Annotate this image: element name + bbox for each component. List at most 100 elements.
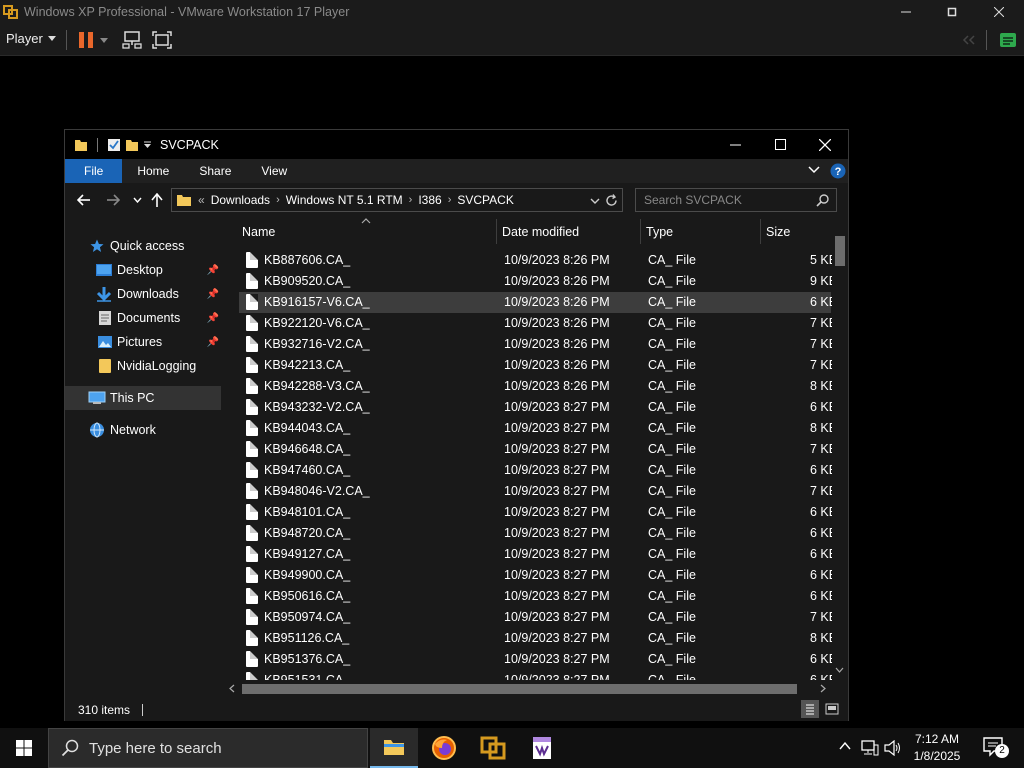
recent-locations-button[interactable] bbox=[128, 191, 146, 209]
file-date-modified: 10/9/2023 8:26 PM bbox=[504, 295, 610, 309]
taskbar-vs-installer[interactable] bbox=[518, 728, 566, 768]
vertical-scrollbar[interactable] bbox=[832, 233, 847, 686]
back-to-vm-button[interactable] bbox=[958, 29, 980, 51]
details-view-button[interactable] bbox=[801, 700, 819, 718]
explorer-close-button[interactable] bbox=[802, 130, 848, 159]
back-button[interactable] bbox=[75, 191, 93, 209]
file-row[interactable]: KB944043.CA_ 10/9/2023 8:27 PM CA_ File 8 K… bbox=[239, 418, 837, 439]
scrollbar-thumb[interactable] bbox=[835, 236, 845, 266]
file-row[interactable]: KB949127.CA_ 10/9/2023 8:27 PM CA_ File 6 K… bbox=[239, 544, 837, 565]
nav-documents[interactable]: Documents 📌 bbox=[65, 306, 221, 330]
file-row[interactable]: KB948101.CA_ 10/9/2023 8:27 PM CA_ File 6 K… bbox=[239, 502, 837, 523]
refresh-icon[interactable] bbox=[605, 194, 618, 207]
file-row[interactable]: KB951126.CA_ 10/9/2023 8:27 PM CA_ File 8 K… bbox=[239, 628, 837, 649]
taskbar-firefox[interactable] bbox=[420, 728, 468, 768]
column-divider[interactable] bbox=[760, 219, 761, 244]
show-hidden-icons-icon[interactable] bbox=[839, 742, 851, 750]
large-icons-view-button[interactable] bbox=[823, 700, 841, 718]
column-divider[interactable] bbox=[496, 219, 497, 244]
help-icon[interactable]: ? bbox=[830, 163, 846, 179]
nav-downloads[interactable]: Downloads 📌 bbox=[65, 282, 221, 306]
clock[interactable]: 7:12 AM 1/8/2025 bbox=[907, 731, 967, 765]
expand-ribbon-icon[interactable] bbox=[808, 166, 820, 174]
file-date-modified: 10/9/2023 8:27 PM bbox=[504, 442, 610, 456]
minimize-button[interactable] bbox=[883, 0, 929, 24]
nav-network[interactable]: Network bbox=[65, 418, 221, 442]
maximize-button[interactable] bbox=[929, 0, 975, 24]
column-header-type[interactable]: Type bbox=[646, 225, 673, 239]
pause-button[interactable] bbox=[75, 29, 97, 51]
new-folder-icon[interactable] bbox=[125, 138, 139, 152]
tab-share[interactable]: Share bbox=[184, 159, 246, 183]
file-row[interactable]: KB951376.CA_ 10/9/2023 8:27 PM CA_ File 6 K… bbox=[239, 649, 837, 670]
file-row[interactable]: KB947460.CA_ 10/9/2023 8:27 PM CA_ File 6 K… bbox=[239, 460, 837, 481]
start-button[interactable] bbox=[0, 728, 48, 768]
address-history-icon[interactable] bbox=[590, 198, 600, 204]
player-menu-button[interactable]: Player bbox=[6, 31, 56, 46]
column-divider[interactable] bbox=[640, 219, 641, 244]
taskbar-vmware[interactable] bbox=[469, 728, 517, 768]
search-icon bbox=[61, 739, 79, 757]
file-row[interactable]: KB932716-V2.CA_ 10/9/2023 8:26 PM CA_ File… bbox=[239, 334, 837, 355]
tab-file[interactable]: File bbox=[65, 159, 123, 183]
taskbar-file-explorer[interactable] bbox=[370, 728, 418, 768]
taskbar-search-box[interactable]: Type here to search bbox=[48, 728, 368, 768]
file-row[interactable]: KB916157-V6.CA_ 10/9/2023 8:26 PM CA_ File… bbox=[239, 292, 837, 313]
file-row[interactable]: KB943232-V2.CA_ 10/9/2023 8:27 PM CA_ File… bbox=[239, 397, 837, 418]
file-row[interactable]: KB948046-V2.CA_ 10/9/2023 8:27 PM CA_ File… bbox=[239, 481, 837, 502]
file-row[interactable]: KB922120-V6.CA_ 10/9/2023 8:26 PM CA_ File… bbox=[239, 313, 837, 334]
file-row[interactable]: KB950974.CA_ 10/9/2023 8:27 PM CA_ File 7 K… bbox=[239, 607, 837, 628]
file-row[interactable]: KB942213.CA_ 10/9/2023 8:26 PM CA_ File 7 K… bbox=[239, 355, 837, 376]
search-input[interactable]: Search SVCPACK bbox=[635, 188, 837, 212]
file-row[interactable]: KB942288-V3.CA_ 10/9/2023 8:26 PM CA_ File… bbox=[239, 376, 837, 397]
column-header-date[interactable]: Date modified bbox=[502, 225, 579, 239]
breadcrumb-downloads[interactable]: Downloads bbox=[211, 193, 270, 207]
send-ctrl-alt-del-button[interactable] bbox=[121, 29, 143, 51]
tab-view[interactable]: View bbox=[246, 159, 302, 183]
file-row[interactable]: KB948720.CA_ 10/9/2023 8:27 PM CA_ File 6 K… bbox=[239, 523, 837, 544]
file-row[interactable]: KB909520.CA_ 10/9/2023 8:26 PM CA_ File 9 K… bbox=[239, 271, 837, 292]
volume-icon[interactable] bbox=[884, 740, 902, 756]
nav-quick-access[interactable]: Quick access bbox=[65, 234, 221, 258]
scroll-down-icon[interactable] bbox=[835, 667, 844, 673]
column-header-name[interactable]: Name bbox=[242, 225, 275, 239]
scroll-left-icon[interactable] bbox=[229, 684, 235, 693]
close-button[interactable] bbox=[976, 0, 1022, 24]
nav-pictures[interactable]: Pictures 📌 bbox=[65, 330, 221, 354]
up-button[interactable] bbox=[148, 191, 166, 209]
full-screen-button[interactable] bbox=[151, 29, 173, 51]
chevron-right-icon[interactable]: › bbox=[448, 194, 452, 206]
explorer-minimize-button[interactable] bbox=[712, 130, 758, 159]
tab-home[interactable]: Home bbox=[122, 159, 184, 183]
column-header-size[interactable]: Size bbox=[766, 225, 790, 239]
power-dropdown-button[interactable] bbox=[97, 29, 111, 51]
properties-icon[interactable] bbox=[107, 138, 121, 152]
pin-icon[interactable]: 📌 bbox=[207, 265, 219, 276]
breadcrumb-i386[interactable]: I386 bbox=[418, 193, 441, 207]
file-row[interactable]: KB887606.CA_ 10/9/2023 8:26 PM CA_ File 5 K… bbox=[239, 250, 837, 271]
chevron-right-icon[interactable]: › bbox=[276, 194, 280, 206]
nav-nvidialogging[interactable]: NvidiaLogging bbox=[65, 354, 221, 378]
forward-button[interactable] bbox=[104, 191, 122, 209]
file-row[interactable]: KB949900.CA_ 10/9/2023 8:27 PM CA_ File 6 K… bbox=[239, 565, 837, 586]
customize-qat-icon[interactable] bbox=[143, 140, 152, 149]
unity-button[interactable] bbox=[997, 29, 1019, 51]
breadcrumb-windows-nt[interactable]: Windows NT 5.1 RTM bbox=[286, 193, 403, 207]
file-row[interactable]: KB950616.CA_ 10/9/2023 8:27 PM CA_ File 6 K… bbox=[239, 586, 837, 607]
explorer-maximize-button[interactable] bbox=[757, 130, 803, 159]
scrollbar-thumb[interactable] bbox=[242, 684, 797, 694]
pin-icon[interactable]: 📌 bbox=[207, 313, 219, 324]
breadcrumb-overflow[interactable]: « bbox=[198, 193, 205, 207]
pin-icon[interactable]: 📌 bbox=[207, 337, 219, 348]
file-row[interactable]: KB946648.CA_ 10/9/2023 8:27 PM CA_ File 7 K… bbox=[239, 439, 837, 460]
pin-icon[interactable]: 📌 bbox=[207, 289, 219, 300]
notification-center-button[interactable]: 2 bbox=[982, 736, 1010, 760]
breadcrumb-svcpack[interactable]: SVCPACK bbox=[457, 193, 513, 207]
nav-desktop[interactable]: Desktop 📌 bbox=[65, 258, 221, 282]
network-wired-icon[interactable] bbox=[861, 740, 879, 756]
chevron-right-icon[interactable]: › bbox=[409, 194, 413, 206]
nav-this-pc[interactable]: This PC bbox=[65, 386, 221, 410]
address-bar[interactable]: « Downloads › Windows NT 5.1 RTM › I386 … bbox=[171, 188, 623, 212]
scroll-right-icon[interactable] bbox=[820, 684, 826, 693]
horizontal-scrollbar[interactable] bbox=[222, 680, 833, 697]
